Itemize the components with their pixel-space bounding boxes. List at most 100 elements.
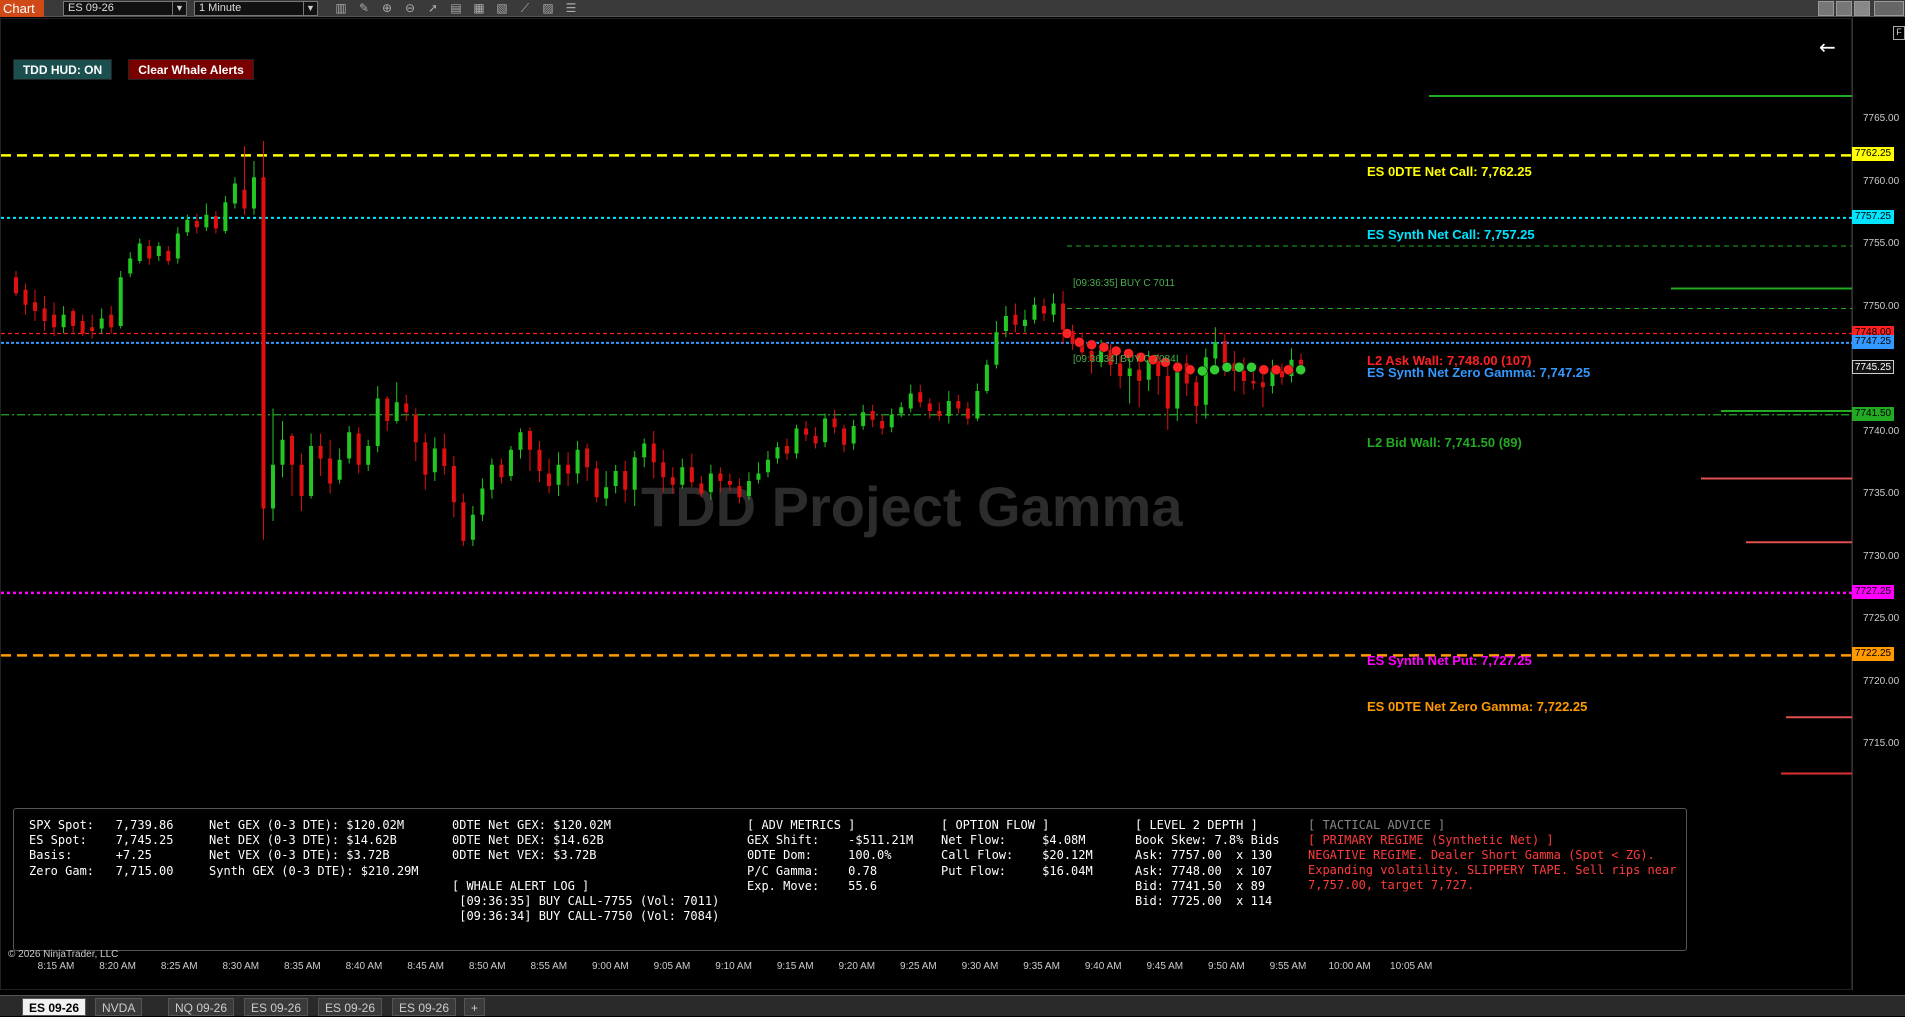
candle-body [499, 464, 504, 478]
candle-body [689, 467, 694, 483]
maximize-button[interactable] [1836, 1, 1852, 16]
time-tick: 9:00 AM [592, 961, 629, 972]
chart-tab[interactable]: NVDA [95, 998, 143, 1016]
candle-body [1118, 363, 1123, 376]
candle-body [899, 407, 904, 414]
draw-pencil-icon[interactable]: ✎ [355, 1, 373, 16]
bar-type-icon[interactable]: ▥ [332, 1, 350, 16]
chart-tab[interactable]: ES 09-26 [318, 998, 383, 1016]
flow-bubble [1246, 362, 1257, 373]
chart-list-icon[interactable]: ☰ [562, 1, 580, 16]
window-title[interactable]: Chart [0, 0, 44, 17]
candle-body [556, 464, 561, 485]
zoom-in-icon[interactable]: ⊕ [378, 1, 396, 16]
candle-body [118, 277, 123, 326]
candle-body [813, 436, 818, 444]
clear-whale-alerts-button[interactable]: Clear Whale Alerts [128, 59, 254, 80]
candle-body [804, 428, 809, 435]
chart-tab[interactable]: ES 09-26 [392, 998, 457, 1016]
interval-selector[interactable]: 1 Minute ▼ [194, 1, 318, 16]
time-tick: 8:40 AM [345, 961, 383, 972]
chart-tab[interactable]: ES 09-26 [244, 998, 309, 1016]
time-tick: 9:35 AM [1023, 961, 1060, 972]
interval-value: 1 Minute [199, 2, 242, 14]
trade-tag: [09:36:34] BUY C 7084 [1073, 354, 1176, 365]
back-arrow-icon[interactable]: ← [1819, 35, 1836, 59]
pointer-icon[interactable]: ➚ [424, 1, 442, 16]
candle-body [794, 428, 799, 454]
chart-indicators-icon[interactable]: ▧ [493, 1, 511, 16]
properties-icon[interactable]: ▨ [539, 1, 557, 16]
restore-button[interactable] [1854, 1, 1870, 16]
candle-body [42, 308, 47, 321]
candle-body [594, 468, 599, 498]
instrument-selector[interactable]: ES 09-26 ▼ [63, 1, 187, 16]
candle-body [299, 464, 304, 496]
candle-body [775, 447, 780, 459]
candle-body [489, 464, 494, 490]
candle-body [508, 449, 513, 476]
price-tick: 7750.00 [1863, 300, 1900, 312]
data-box-icon[interactable]: ▦ [470, 1, 488, 16]
candle-body [166, 251, 171, 261]
candle-body [385, 398, 390, 421]
f-icon[interactable]: F [1893, 26, 1905, 40]
add-tab-button[interactable]: + [464, 998, 486, 1016]
candle-body [1203, 357, 1208, 405]
flow-bubble [1209, 364, 1220, 375]
zoom-out-icon[interactable]: ⊖ [401, 1, 419, 16]
candle-body [1213, 342, 1218, 359]
candle-body [880, 421, 885, 429]
candle-body [937, 411, 942, 416]
flow-bubble [1074, 337, 1085, 348]
strategies-icon[interactable]: ⟋ [516, 1, 534, 16]
candle-body [432, 448, 437, 473]
candle-body [537, 449, 542, 471]
candle-body [746, 481, 751, 496]
time-tick: 9:40 AM [1084, 961, 1122, 972]
candle-body [727, 481, 732, 485]
candle-body [632, 457, 637, 490]
whale-alert-log: [09:36:35] BUY CALL-7755 (Vol: 7011) [09… [459, 894, 720, 924]
candle-body [23, 289, 28, 305]
flow-bubble [1258, 364, 1270, 375]
chart-tab[interactable]: ES 09-26 [22, 998, 87, 1016]
candle-body [480, 488, 485, 515]
minimize-button[interactable] [1818, 1, 1834, 16]
templates-icon[interactable]: ▤ [447, 1, 465, 16]
tdd-hud-toggle-button[interactable]: TDD HUD: ON [13, 59, 112, 80]
chart-tab[interactable]: NQ 09-26 [168, 998, 235, 1016]
candle-body [699, 483, 704, 494]
candle-body [918, 392, 923, 403]
close-button[interactable] [1874, 1, 1904, 16]
candle-body [90, 327, 95, 331]
price-level-marker: 7762.25 [1852, 147, 1894, 162]
candle-body [337, 459, 342, 480]
level-label: ES 0DTE Net Call: 7,762.25 [1367, 164, 1532, 179]
flow-bubble [1184, 364, 1196, 375]
instrument-value: ES 09-26 [68, 2, 114, 14]
chart-tab-bar: ES 09-26 NVDA NQ 09-26 ES 09-26 ES 09-26 ES 0… [0, 995, 1905, 1016]
chart-panel[interactable]: TDD Project Gamma TDD HUD: ON Clear Whal… [0, 18, 1853, 1011]
candle-body [223, 202, 228, 231]
chevron-down-icon[interactable]: ▼ [303, 2, 317, 15]
price-axis[interactable]: F 7765.00 7760.00 7755.00 7750.00 7740.00 773… [1852, 18, 1905, 990]
candle-body [1022, 319, 1027, 326]
time-tick: 9:25 AM [900, 961, 937, 972]
time-tick: 9:50 AM [1208, 961, 1245, 972]
time-tick: 9:55 AM [1269, 961, 1307, 972]
candle-body [756, 473, 761, 480]
candle-body [832, 418, 837, 428]
price-level-marker: 7747.25 [1852, 334, 1894, 349]
chevron-down-icon[interactable]: ▼ [172, 2, 186, 15]
candle-body [451, 466, 456, 503]
price-tick: 7760.00 [1863, 175, 1900, 187]
candle-body [1260, 382, 1265, 388]
candle-body [965, 408, 970, 419]
candle-body [1051, 303, 1056, 315]
candle-body [889, 414, 894, 428]
candle-body [975, 391, 980, 419]
candle-body [1003, 316, 1008, 331]
candle-body [785, 446, 789, 454]
price-level-marker: 7722.25 [1852, 647, 1894, 662]
